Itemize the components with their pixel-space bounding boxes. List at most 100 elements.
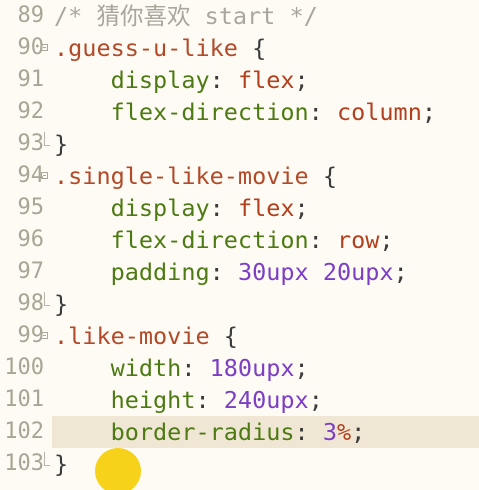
close-brace: } bbox=[54, 450, 69, 478]
open-brace: { bbox=[237, 34, 267, 62]
css-unit: upx bbox=[351, 258, 394, 286]
css-property: display bbox=[110, 66, 210, 94]
semicolon: ; bbox=[308, 386, 323, 414]
colon: : bbox=[209, 66, 238, 94]
code-line[interactable]: 97 padding: 30upx 20upx; bbox=[0, 256, 479, 288]
line-content: .like-movie { bbox=[54, 320, 238, 352]
line-content: border-radius: 3%; bbox=[54, 416, 366, 448]
code-line[interactable]: 101 height: 240upx; bbox=[0, 384, 479, 416]
colon: : bbox=[308, 98, 337, 126]
fold-toggle-icon[interactable] bbox=[41, 172, 48, 179]
fold-toggle-icon[interactable] bbox=[41, 332, 48, 339]
code-line[interactable]: 94 .single-like-movie { bbox=[0, 160, 479, 192]
css-selector: .single-like-movie bbox=[54, 162, 309, 190]
semicolon: ; bbox=[294, 194, 309, 222]
line-content: height: 240upx; bbox=[54, 384, 323, 416]
line-number: 100 bbox=[4, 355, 44, 380]
colon: : bbox=[294, 418, 323, 446]
css-property: padding bbox=[110, 258, 210, 286]
fold-end-marker bbox=[44, 452, 50, 466]
semicolon: ; bbox=[379, 226, 394, 254]
line-number: 91 bbox=[17, 67, 45, 92]
css-unit: upx bbox=[266, 258, 309, 286]
line-content: } bbox=[54, 448, 68, 480]
css-number: 180 bbox=[209, 354, 253, 382]
css-selector: .like-movie bbox=[54, 322, 210, 350]
code-line[interactable]: 95 display: flex; bbox=[0, 192, 479, 224]
colon: : bbox=[195, 386, 224, 414]
line-number: 103 bbox=[4, 451, 44, 476]
css-unit: upx bbox=[266, 386, 309, 414]
line-number: 89 bbox=[17, 3, 45, 28]
line-content: display: flex; bbox=[54, 192, 309, 224]
close-brace: } bbox=[54, 290, 69, 318]
colon: : bbox=[209, 258, 238, 286]
fold-end-marker bbox=[44, 292, 50, 306]
colon: : bbox=[181, 354, 210, 382]
fold-toggle-icon[interactable] bbox=[41, 44, 48, 51]
css-value: flex bbox=[237, 66, 295, 94]
line-number: 92 bbox=[17, 99, 45, 124]
code-line[interactable]: 91 display: flex; bbox=[0, 64, 479, 96]
css-property: height bbox=[110, 386, 196, 414]
code-line[interactable]: 98 } bbox=[0, 288, 479, 320]
semicolon: ; bbox=[421, 98, 437, 126]
fold-end-marker bbox=[44, 132, 50, 146]
code-line[interactable]: 100 width: 180upx; bbox=[0, 352, 479, 384]
line-content: flex-direction: column; bbox=[54, 96, 436, 128]
current-line-highlight[interactable]: border-radius: 3%; bbox=[52, 416, 479, 448]
line-content: .guess-u-like { bbox=[54, 32, 266, 64]
css-number: 30 bbox=[237, 258, 267, 286]
semicolon: ; bbox=[294, 354, 309, 382]
css-property: flex-direction bbox=[110, 226, 309, 254]
line-number: 97 bbox=[17, 259, 45, 284]
open-brace: { bbox=[209, 322, 238, 350]
line-number: 98 bbox=[17, 291, 45, 316]
code-editor[interactable]: 89 /* 猜你喜欢 start */ 90 .guess-u-like { 9… bbox=[0, 0, 479, 490]
css-value: column bbox=[336, 98, 422, 126]
code-line[interactable]: 92 flex-direction: column; bbox=[0, 96, 479, 128]
line-content: .single-like-movie { bbox=[54, 160, 337, 192]
css-property: border-radius bbox=[110, 418, 295, 446]
line-content: width: 180upx; bbox=[54, 352, 309, 384]
line-content: } bbox=[54, 128, 68, 160]
css-property: display bbox=[110, 194, 210, 222]
css-value: flex bbox=[237, 194, 295, 222]
line-number: 93 bbox=[17, 131, 45, 156]
code-line[interactable]: 103 } bbox=[0, 448, 479, 480]
line-number: 101 bbox=[4, 387, 44, 412]
css-unit: % bbox=[336, 418, 352, 446]
css-number: 20 bbox=[322, 258, 352, 286]
code-line[interactable]: 96 flex-direction: row; bbox=[0, 224, 479, 256]
code-line[interactable]: 93 } bbox=[0, 128, 479, 160]
line-number: 94 bbox=[17, 163, 45, 188]
line-content: } bbox=[54, 288, 68, 320]
css-property: width bbox=[110, 354, 182, 382]
css-property: flex-direction bbox=[110, 98, 309, 126]
line-number: 95 bbox=[17, 195, 45, 220]
comment-text: /* 猜你喜欢 start */ bbox=[54, 2, 318, 30]
css-number: 240 bbox=[223, 386, 267, 414]
cursor-highlight-indicator bbox=[95, 448, 141, 490]
code-line[interactable]: 89 /* 猜你喜欢 start */ bbox=[0, 0, 479, 32]
close-brace: } bbox=[54, 130, 69, 158]
semicolon: ; bbox=[351, 418, 366, 446]
line-number: 99 bbox=[17, 323, 45, 348]
css-selector: .guess-u-like bbox=[54, 34, 238, 62]
line-number: 90 bbox=[17, 35, 45, 60]
line-number: 96 bbox=[17, 227, 45, 252]
code-line[interactable]: 90 .guess-u-like { bbox=[0, 32, 479, 64]
semicolon: ; bbox=[393, 258, 408, 286]
semicolon: ; bbox=[294, 66, 309, 94]
line-content: display: flex; bbox=[54, 64, 309, 96]
code-line[interactable]: 99 .like-movie { bbox=[0, 320, 479, 352]
